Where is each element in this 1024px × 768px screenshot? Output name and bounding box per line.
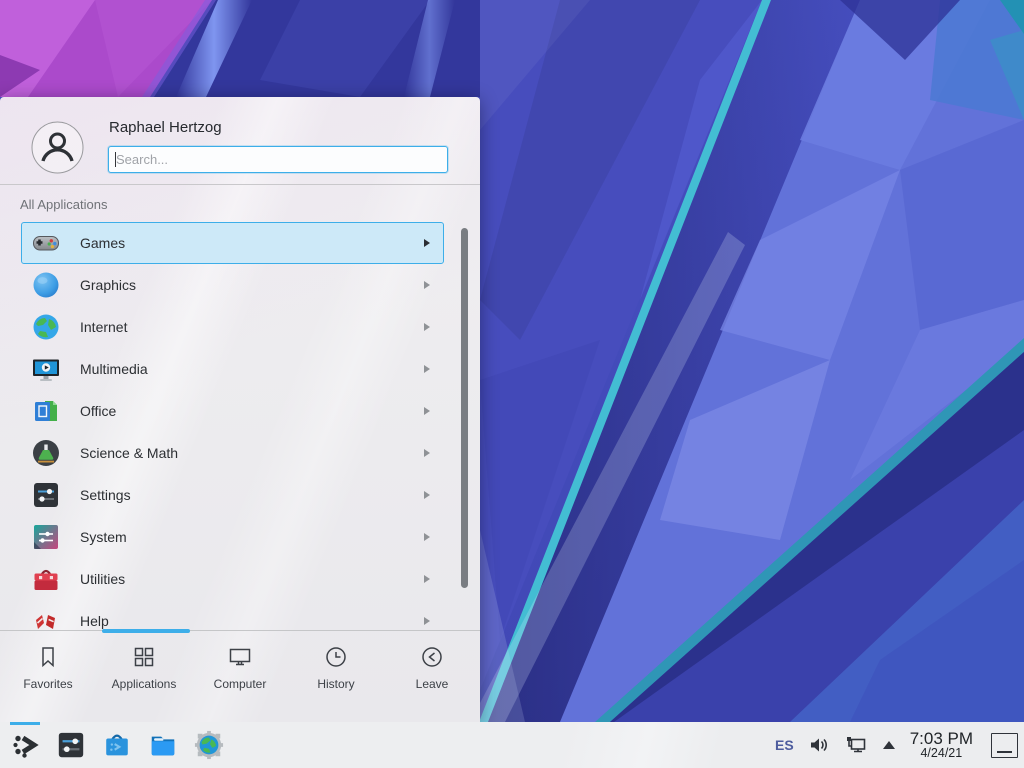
menu-item-label: Help (80, 613, 109, 629)
menu-item-label: Settings (80, 487, 131, 503)
menu-item-label: Graphics (80, 277, 136, 293)
menu-item-label: Utilities (80, 571, 125, 587)
keyboard-layout-indicator[interactable]: ES (775, 737, 794, 753)
search-input[interactable] (108, 146, 448, 173)
submenu-arrow-icon (424, 449, 430, 457)
taskbar-panel: ES 7:03 PM 4/24/21 (0, 722, 1024, 768)
system-icon (30, 521, 62, 553)
user-name: Raphael Hertzog (109, 119, 222, 136)
menu-item-utilities[interactable]: Utilities (21, 558, 444, 600)
digital-clock[interactable]: 7:03 PM 4/24/21 (910, 730, 973, 761)
tab-leave[interactable]: Leave (384, 631, 480, 722)
tab-computer[interactable]: Computer (192, 631, 288, 722)
science-icon (30, 437, 62, 469)
games-icon (30, 227, 62, 259)
selected-tab-indicator (102, 629, 190, 633)
system-settings-icon (56, 730, 86, 760)
tab-label: Favorites (23, 677, 72, 691)
launcher-tab-bar: Favorites Applications Computer His (0, 630, 480, 722)
file-manager-button[interactable] (146, 728, 180, 762)
tab-label: History (317, 677, 354, 691)
application-launcher-menu: Raphael Hertzog All Applications Games (0, 97, 480, 722)
submenu-arrow-icon (424, 617, 430, 625)
menu-item-help[interactable]: Help (21, 600, 444, 630)
menu-item-label: Science & Math (80, 445, 178, 461)
menu-item-label: Games (80, 235, 125, 251)
utilities-icon (30, 563, 62, 595)
network-icon[interactable] (844, 734, 868, 756)
menu-item-office[interactable]: Office (21, 390, 444, 432)
multimedia-icon (30, 353, 62, 385)
category-list: Games Graphics Internet (0, 222, 480, 630)
menu-item-multimedia[interactable]: Multimedia (21, 348, 444, 390)
menu-item-label: Internet (80, 319, 127, 335)
web-browser-button[interactable] (192, 728, 226, 762)
menu-item-internet[interactable]: Internet (21, 306, 444, 348)
file-manager-icon (148, 730, 178, 760)
submenu-arrow-icon (424, 365, 430, 373)
expand-tray-icon[interactable] (882, 739, 896, 751)
submenu-arrow-icon (424, 491, 430, 499)
office-icon (30, 395, 62, 427)
internet-icon (30, 311, 62, 343)
system-settings-button[interactable] (54, 728, 88, 762)
help-icon (30, 605, 62, 630)
tab-history[interactable]: History (288, 631, 384, 722)
system-tray: ES 7:03 PM 4/24/21 (775, 730, 1018, 761)
scrollbar-thumb[interactable] (461, 228, 468, 588)
kde-launcher-icon (10, 730, 40, 760)
user-avatar-icon[interactable] (31, 121, 84, 174)
section-label: All Applications (20, 197, 107, 212)
launcher-header: Raphael Hertzog (0, 97, 480, 185)
text-caret (115, 152, 116, 167)
show-desktop-button[interactable] (991, 733, 1018, 758)
tab-label: Leave (416, 677, 449, 691)
web-browser-icon (194, 730, 224, 760)
leave-icon (419, 644, 445, 670)
tab-applications[interactable]: Applications (96, 631, 192, 722)
clock-time: 7:03 PM (910, 730, 973, 748)
submenu-arrow-icon (424, 407, 430, 415)
history-icon (323, 644, 349, 670)
volume-icon[interactable] (808, 734, 830, 756)
tab-favorites[interactable]: Favorites (0, 631, 96, 722)
submenu-arrow-icon (424, 575, 430, 583)
applications-icon (131, 644, 157, 670)
discover-button[interactable] (100, 728, 134, 762)
menu-item-label: Office (80, 403, 116, 419)
discover-icon (102, 730, 132, 760)
submenu-arrow-icon (424, 323, 430, 331)
menu-item-science-math[interactable]: Science & Math (21, 432, 444, 474)
submenu-arrow-icon (424, 533, 430, 541)
kde-launcher-button[interactable] (8, 728, 42, 762)
active-task-indicator (10, 722, 40, 725)
menu-item-games[interactable]: Games (21, 222, 444, 264)
graphics-icon (30, 269, 62, 301)
menu-item-label: System (80, 529, 127, 545)
tab-label: Computer (214, 677, 267, 691)
submenu-arrow-icon (424, 239, 430, 247)
menu-item-system[interactable]: System (21, 516, 444, 558)
clock-date: 4/24/21 (920, 747, 962, 760)
computer-icon (227, 644, 253, 670)
menu-item-graphics[interactable]: Graphics (21, 264, 444, 306)
menu-item-label: Multimedia (80, 361, 148, 377)
menu-item-settings[interactable]: Settings (21, 474, 444, 516)
favorites-icon (35, 644, 61, 670)
submenu-arrow-icon (424, 281, 430, 289)
tab-label: Applications (112, 677, 177, 691)
settings-icon (30, 479, 62, 511)
